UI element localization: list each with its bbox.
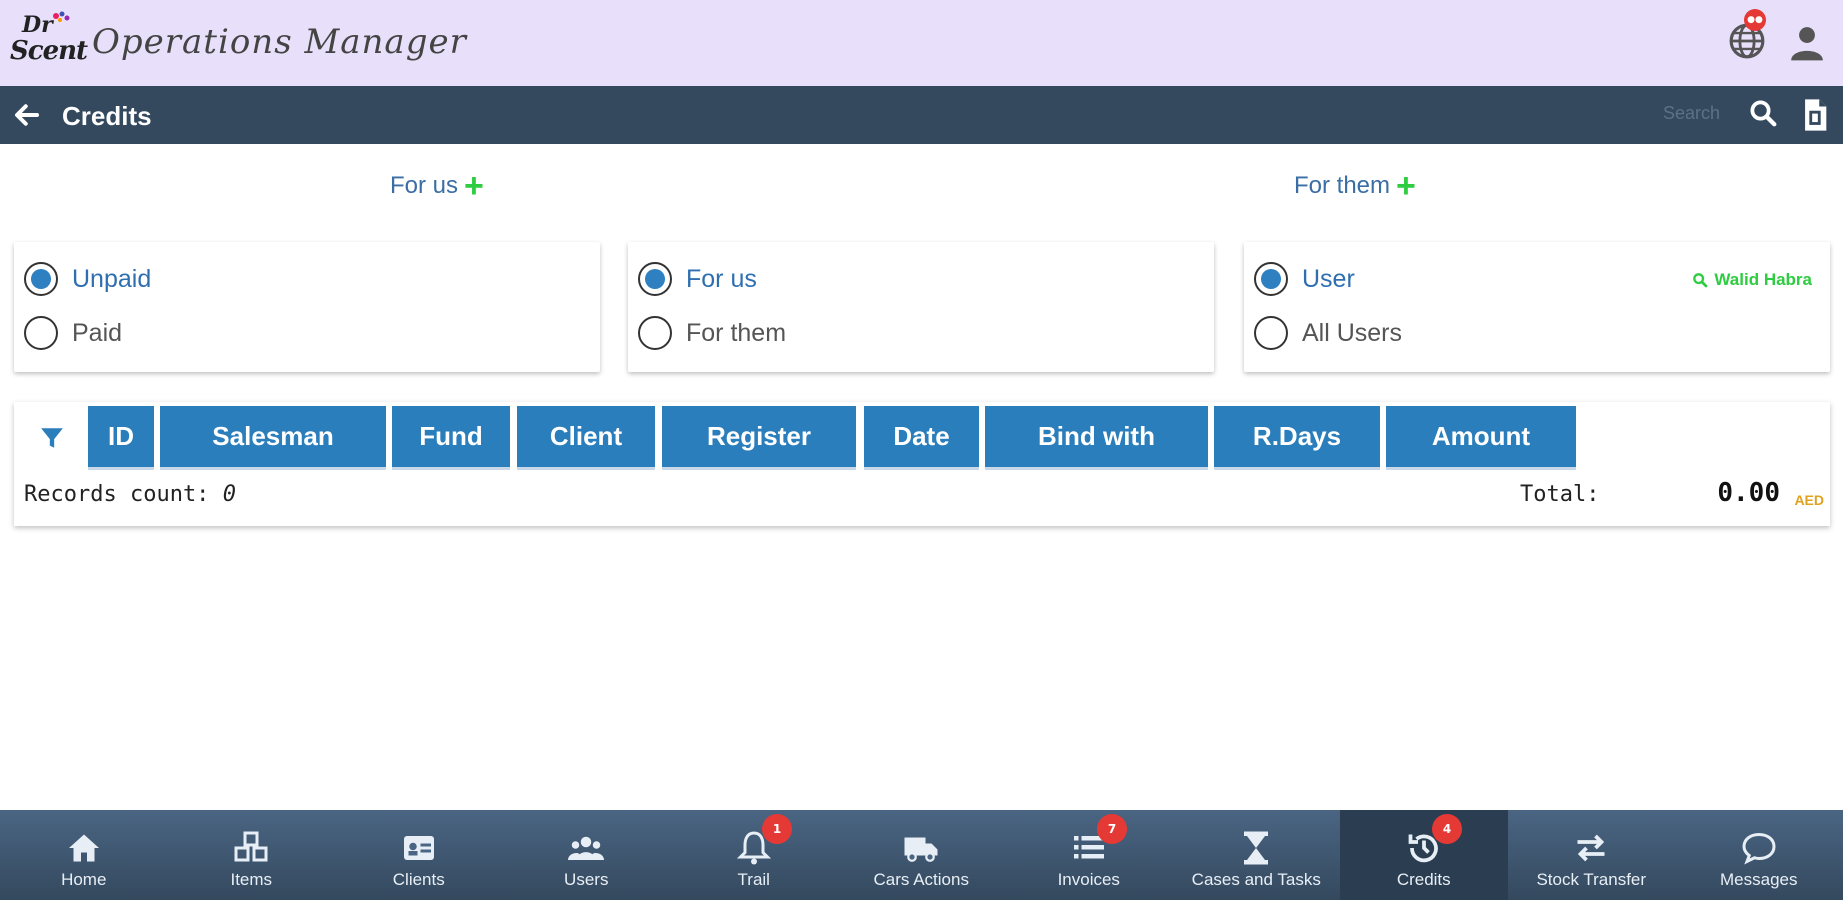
bottom-nav: Home Items Clients Users Trail 1 Cars Ac… bbox=[0, 810, 1843, 900]
total-value: 0.00 bbox=[1717, 478, 1780, 508]
nav-items[interactable]: Items bbox=[168, 810, 336, 900]
page-title: Credits bbox=[62, 101, 152, 131]
add-credit-for-us-link[interactable]: For us + bbox=[390, 167, 484, 205]
radio-all-users-label: All Users bbox=[1302, 318, 1403, 347]
nav-clients[interactable]: Clients bbox=[335, 810, 503, 900]
radio-for-them-circle[interactable] bbox=[638, 316, 672, 350]
nav-messages[interactable]: Messages bbox=[1675, 810, 1843, 900]
column-header-register[interactable]: Register bbox=[662, 406, 856, 470]
app-header: Dr Scent Operations Manager ●● bbox=[0, 0, 1843, 86]
export-file-icon[interactable] bbox=[1800, 98, 1830, 132]
user-profile-icon[interactable] bbox=[1788, 24, 1826, 62]
nav-credits[interactable]: Credits 4 bbox=[1340, 810, 1508, 900]
radio-user-label: User bbox=[1302, 264, 1355, 293]
direction-filter-card: For us For them bbox=[628, 242, 1214, 372]
items-icon bbox=[234, 831, 268, 862]
nav-label: Trail bbox=[737, 870, 770, 889]
filter-funnel-icon bbox=[41, 428, 63, 448]
nav-label: Cars Actions bbox=[873, 870, 969, 889]
radio-for-them-label: For them bbox=[686, 318, 787, 347]
search-icon[interactable] bbox=[1748, 98, 1778, 128]
column-header-client[interactable]: Client bbox=[517, 406, 655, 470]
radio-for-us-label: For us bbox=[686, 264, 757, 293]
radio-unpaid-circle[interactable] bbox=[24, 262, 58, 296]
nav-label: Stock Transfer bbox=[1536, 870, 1647, 889]
back-arrow-icon[interactable] bbox=[12, 100, 42, 130]
users-icon bbox=[568, 836, 605, 860]
total-currency: AED bbox=[1794, 492, 1824, 508]
logo-text-top: Dr bbox=[22, 12, 53, 38]
column-header-id[interactable]: ID bbox=[88, 406, 154, 470]
radio-for-them[interactable]: For them bbox=[638, 316, 786, 350]
nav-cars-actions[interactable]: Cars Actions bbox=[838, 810, 1006, 900]
column-header-date[interactable]: Date bbox=[864, 406, 979, 470]
credits-table: ID Salesman Fund Client Register Date Bi… bbox=[14, 402, 1830, 526]
nav-badge: 7 bbox=[1097, 814, 1127, 844]
globe-badge: ●● bbox=[1744, 9, 1766, 31]
records-count-label: Records count: bbox=[24, 482, 210, 507]
nav-label: Users bbox=[564, 870, 609, 889]
page-toolbar: Credits bbox=[0, 86, 1843, 144]
plus-icon: + bbox=[1396, 167, 1416, 205]
selected-user-name: Walid Habra bbox=[1714, 270, 1812, 289]
nav-badge: 1 bbox=[762, 814, 792, 844]
nav-label: Items bbox=[230, 870, 273, 889]
add-credit-for-them-label: For them bbox=[1294, 172, 1391, 199]
plus-icon: + bbox=[464, 167, 484, 205]
radio-paid[interactable]: Paid bbox=[24, 316, 122, 350]
nav-label: Clients bbox=[392, 870, 445, 889]
column-header-fund[interactable]: Fund bbox=[392, 406, 510, 470]
nav-users[interactable]: Users bbox=[503, 810, 671, 900]
records-count-value: 0 bbox=[222, 482, 236, 507]
radio-for-us-circle[interactable] bbox=[638, 262, 672, 296]
radio-paid-label: Paid bbox=[72, 318, 123, 347]
logo-text-bottom: Scent bbox=[10, 36, 88, 66]
nav-home[interactable]: Home bbox=[0, 810, 168, 900]
total-label: Total: bbox=[1520, 482, 1600, 507]
add-credit-for-us-label: For us bbox=[390, 172, 459, 199]
nav-stock-transfer[interactable]: Stock Transfer bbox=[1508, 810, 1676, 900]
add-credit-for-them-link[interactable]: For them + bbox=[1294, 167, 1416, 205]
chat-icon bbox=[1742, 832, 1776, 865]
truck-icon bbox=[904, 837, 938, 862]
radio-for-us[interactable]: For us bbox=[638, 262, 757, 296]
nav-label: Invoices bbox=[1057, 870, 1120, 889]
nav-label: Home bbox=[61, 870, 107, 889]
radio-user[interactable]: User bbox=[1254, 262, 1355, 296]
nav-invoices[interactable]: Invoices 7 bbox=[1005, 810, 1173, 900]
user-picker-link[interactable]: Walid Habra bbox=[1692, 270, 1812, 290]
scope-filter-card: User All Users Walid Habra bbox=[1244, 242, 1830, 372]
radio-paid-circle[interactable] bbox=[24, 316, 58, 350]
app-title: Operations Manager bbox=[92, 22, 467, 62]
nav-label: Cases and Tasks bbox=[1191, 870, 1321, 889]
records-count: Records count: 0 bbox=[24, 482, 236, 507]
column-header-bind-with[interactable]: Bind with bbox=[985, 406, 1208, 470]
column-header-r-days[interactable]: R.Days bbox=[1214, 406, 1380, 470]
radio-all-users[interactable]: All Users bbox=[1254, 316, 1402, 350]
id-card-icon bbox=[403, 836, 434, 860]
column-header-amount[interactable]: Amount bbox=[1386, 406, 1576, 470]
nav-trail[interactable]: Trail 1 bbox=[670, 810, 838, 900]
radio-unpaid[interactable]: Unpaid bbox=[24, 262, 151, 296]
home-icon bbox=[68, 834, 99, 862]
radio-all-users-circle[interactable] bbox=[1254, 316, 1288, 350]
table-filter-button[interactable] bbox=[22, 408, 82, 468]
status-filter-card: Unpaid Paid bbox=[14, 242, 600, 372]
app-logo[interactable]: Dr Scent bbox=[8, 10, 88, 74]
nav-badge: 4 bbox=[1432, 814, 1462, 844]
hourglass-icon bbox=[1244, 831, 1269, 865]
search-icon bbox=[1693, 273, 1708, 288]
nav-cases-and-tasks[interactable]: Cases and Tasks bbox=[1173, 810, 1341, 900]
nav-label: Credits bbox=[1396, 870, 1451, 889]
radio-unpaid-label: Unpaid bbox=[72, 264, 152, 293]
radio-user-circle[interactable] bbox=[1254, 262, 1288, 296]
column-header-salesman[interactable]: Salesman bbox=[160, 406, 386, 470]
transfer-icon bbox=[1577, 834, 1605, 862]
search-input[interactable] bbox=[1560, 98, 1720, 128]
nav-label: Messages bbox=[1720, 870, 1798, 889]
